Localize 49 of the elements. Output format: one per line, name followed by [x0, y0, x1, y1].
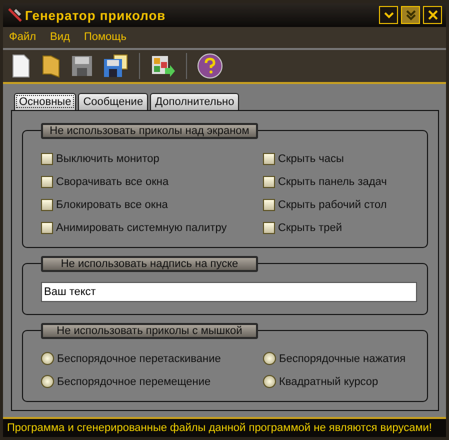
- radio-button[interactable]: [41, 352, 54, 365]
- checkbox-label: Выключить монитор: [56, 152, 160, 164]
- save-icon[interactable]: [71, 55, 93, 77]
- close-button[interactable]: [423, 6, 442, 24]
- menu-item[interactable]: Помощь: [84, 31, 126, 44]
- checkbox-label: Скрыть рабочий стол: [278, 198, 387, 210]
- checkbox[interactable]: [41, 198, 53, 210]
- radio-button[interactable]: [263, 352, 276, 365]
- export-icon[interactable]: [150, 54, 176, 78]
- save-all-icon[interactable]: [103, 54, 129, 78]
- radio-button[interactable]: [41, 375, 54, 388]
- checkbox[interactable]: [41, 176, 53, 188]
- checkbox[interactable]: [263, 152, 275, 164]
- menu-item[interactable]: Файл: [9, 31, 36, 44]
- radio-label: Беспорядочные нажатия: [279, 352, 406, 364]
- checkbox[interactable]: [263, 198, 275, 210]
- checkbox-label: Скрыть часы: [278, 152, 344, 164]
- checkbox[interactable]: [263, 222, 275, 234]
- checkbox-label: Скрыть трей: [278, 222, 342, 234]
- window-title: Генератор приколов: [25, 8, 166, 22]
- new-file-icon[interactable]: [11, 54, 31, 78]
- folder-icon[interactable]: [41, 54, 61, 78]
- close-icon: [426, 9, 438, 21]
- text-input-field[interactable]: Ваш текст: [41, 282, 417, 302]
- checkbox-label: Блокировать все окна: [56, 198, 168, 210]
- checkbox-label: Скрыть панель задач: [278, 176, 387, 188]
- tab[interactable]: Дополнительно: [150, 93, 240, 110]
- radio-label: Квадратный курсор: [279, 376, 378, 388]
- checkbox-label: Сворачивать все окна: [56, 176, 169, 188]
- tab[interactable]: Сообщение: [78, 93, 148, 110]
- hammer-icon: [7, 7, 23, 23]
- help-icon[interactable]: [197, 53, 223, 79]
- maximize-button[interactable]: [401, 6, 420, 24]
- status-text: Программа и сгенерированные файлы данной программой не являются вирусами!: [7, 422, 432, 434]
- radio-label: Беспорядочное перемещение: [57, 376, 211, 388]
- minimize-button[interactable]: [379, 6, 398, 24]
- group-header-button[interactable]: Не использовать приколы с мышкой: [41, 323, 258, 339]
- double-chevron-down-icon: [404, 9, 416, 21]
- radio-label: Беспорядочное перетаскивание: [57, 352, 221, 364]
- radio-button[interactable]: [263, 375, 276, 388]
- checkbox-label: Анимировать системную палитру: [56, 222, 227, 234]
- checkbox[interactable]: [41, 222, 53, 234]
- tab[interactable]: Основные: [14, 93, 76, 110]
- chevron-down-icon: [382, 10, 394, 20]
- group-header-button[interactable]: Не использовать приколы над экраном: [41, 123, 258, 139]
- group-header-button[interactable]: Не использовать надпись на пуске: [41, 256, 258, 272]
- menu-item[interactable]: Вид: [50, 31, 70, 44]
- checkbox[interactable]: [263, 176, 275, 188]
- checkbox[interactable]: [41, 152, 53, 164]
